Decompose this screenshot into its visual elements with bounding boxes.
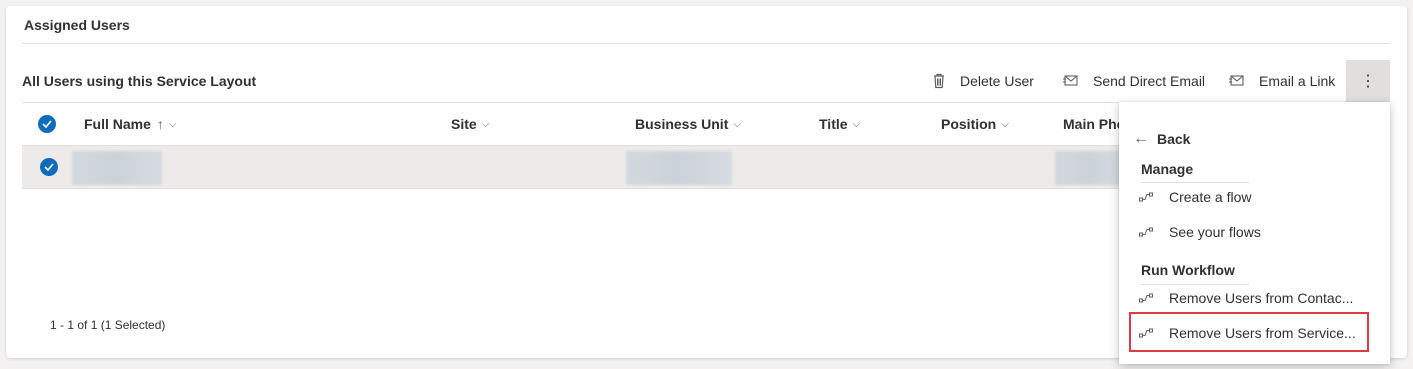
back-label: Back <box>1157 131 1191 147</box>
redacted-full-name <box>72 151 162 185</box>
flow-icon <box>1139 227 1153 237</box>
highlight-annotation <box>1129 312 1369 352</box>
chevron-down-icon: ⌵ <box>733 118 741 130</box>
section-title: Assigned Users <box>24 17 130 33</box>
chevron-down-icon: ⌵ <box>168 118 177 130</box>
redacted-main-phone <box>1055 151 1125 185</box>
select-all-checkbox[interactable] <box>38 115 56 133</box>
delete-user-button[interactable]: Delete User <box>932 60 1034 102</box>
menu-item-remove-users-contact[interactable]: Remove Users from Contac... <box>1137 283 1369 313</box>
column-label: Business Unit <box>635 116 729 132</box>
back-button[interactable]: ← Back <box>1133 130 1190 148</box>
trash-icon <box>934 73 944 89</box>
column-header-position[interactable]: Position ⌵ <box>941 103 1009 145</box>
chevron-down-icon: ⌵ <box>481 118 490 130</box>
checkmark-icon <box>42 120 52 128</box>
flow-icon <box>1139 293 1153 303</box>
sort-ascending-icon: ↑ <box>156 116 164 132</box>
chevron-down-icon: ⌵ <box>852 118 861 130</box>
row-checkbox[interactable] <box>40 158 58 176</box>
menu-item-label: See your flows <box>1169 224 1261 240</box>
menu-item-label: Remove Users from Contac... <box>1169 290 1354 306</box>
column-header-site[interactable]: Site ⌵ <box>451 103 489 145</box>
send-direct-email-button[interactable]: Send Direct Email <box>1062 60 1205 102</box>
column-label: Main Pho <box>1063 116 1126 132</box>
section-divider <box>22 43 1390 44</box>
column-label: Site <box>451 116 477 132</box>
column-header-full-name[interactable]: Full Name ↑ ⌵ <box>84 103 177 145</box>
email-icon <box>1063 75 1078 86</box>
menu-group-run-workflow: Run Workflow <box>1141 262 1235 278</box>
menu-item-label: Create a flow <box>1169 189 1252 205</box>
send-direct-email-label: Send Direct Email <box>1093 73 1206 89</box>
delete-user-label: Delete User <box>960 73 1034 89</box>
subgrid-title: All Users using this Service Layout <box>22 73 257 89</box>
column-label: Title <box>819 116 848 132</box>
email-a-link-label: Email a Link <box>1259 73 1336 89</box>
record-count: 1 - 1 of 1 (1 Selected) <box>50 318 166 332</box>
redacted-business-unit <box>626 151 732 185</box>
column-header-business-unit[interactable]: Business Unit ⌵ <box>635 103 741 145</box>
menu-item-create-flow[interactable]: Create a flow <box>1137 182 1369 212</box>
column-label: Position <box>941 116 997 132</box>
email-link-icon <box>1229 75 1244 86</box>
flow-icon <box>1139 192 1153 202</box>
column-header-main-phone[interactable]: Main Pho <box>1063 103 1125 145</box>
column-label: Full Name <box>84 116 151 132</box>
more-commands-button[interactable]: ⋮ <box>1346 60 1390 102</box>
back-arrow-icon: ← <box>1133 130 1149 147</box>
menu-group-manage: Manage <box>1141 161 1194 177</box>
chevron-down-icon: ⌵ <box>1001 118 1009 130</box>
menu-item-see-flows[interactable]: See your flows <box>1137 217 1369 247</box>
email-a-link-button[interactable]: Email a Link <box>1228 60 1335 102</box>
column-header-title[interactable]: Title ⌵ <box>819 103 860 145</box>
checkmark-icon <box>44 163 54 171</box>
